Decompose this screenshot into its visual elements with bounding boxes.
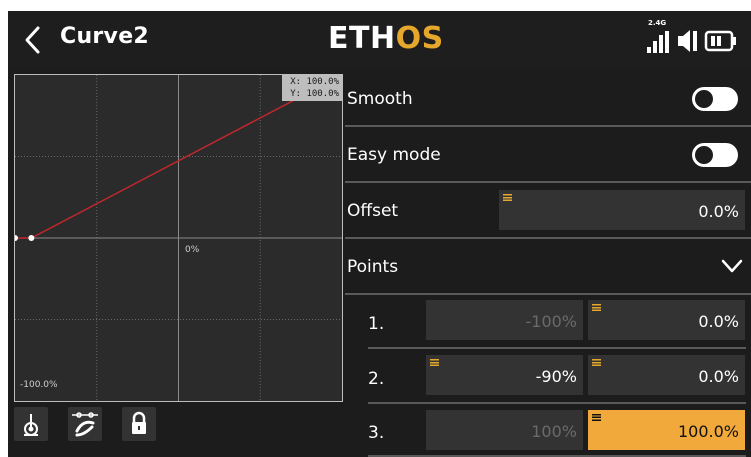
coordinate-readout: X: 100.0% Y: 100.0% xyxy=(282,75,342,101)
smooth-label: Smooth xyxy=(347,89,413,109)
curve-graph[interactable]: X: 100.0% Y: 100.0% 0% -100.0% xyxy=(14,74,343,402)
grid-lines xyxy=(15,75,342,401)
battery-icon xyxy=(704,30,736,52)
offset-value: 0.0% xyxy=(698,202,739,221)
point-y-value: 100.0% xyxy=(677,422,739,441)
lock-button[interactable] xyxy=(122,407,156,441)
point-x-value: 100% xyxy=(531,422,577,441)
easy-mode-toggle[interactable] xyxy=(692,143,738,167)
curve-point-2[interactable] xyxy=(28,235,35,241)
toggle-knob xyxy=(695,90,713,108)
point-2-x-field[interactable]: -90% xyxy=(426,355,583,395)
link-points-button[interactable] xyxy=(68,407,102,441)
point-x-value: -90% xyxy=(535,367,577,386)
point-index: 3. xyxy=(368,423,385,443)
stick-icon xyxy=(24,414,38,436)
curve-plot xyxy=(15,75,342,401)
divider xyxy=(368,347,746,349)
smooth-toggle[interactable] xyxy=(692,87,738,111)
bottom-label: -100.0% xyxy=(20,380,58,390)
edit-marker-icon xyxy=(592,304,601,311)
coord-y: Y: 100.0% xyxy=(290,89,339,99)
screen: Curve2 ETHOS 2.4G X: 100.0% Y: 100.0% 0%… xyxy=(0,0,751,457)
edit-marker-icon xyxy=(503,194,512,201)
point-3-y-field[interactable]: 100.0% xyxy=(588,410,745,450)
point-2-y-field[interactable]: 0.0% xyxy=(588,355,745,395)
point-1-x-field: -100% xyxy=(426,300,583,340)
offset-field[interactable]: 0.0% xyxy=(499,190,745,230)
point-index: 1. xyxy=(368,314,385,334)
header-bar: Curve2 ETHOS 2.4G xyxy=(8,11,751,67)
speaker-icon xyxy=(678,30,697,52)
back-button[interactable] xyxy=(16,21,52,59)
toggle-knob xyxy=(695,146,713,164)
ethos-logo: ETHOS xyxy=(328,21,444,56)
offset-label: Offset xyxy=(347,201,399,221)
chevron-down-icon xyxy=(721,259,743,273)
easy-mode-label: Easy mode xyxy=(347,145,441,165)
points-header[interactable]: Points xyxy=(345,245,751,289)
edit-marker-icon xyxy=(592,359,601,366)
chevron-left-icon xyxy=(25,26,40,54)
curve-point-1[interactable] xyxy=(15,235,18,241)
link-points-icon xyxy=(72,412,98,437)
divider xyxy=(345,237,751,239)
point-index: 2. xyxy=(368,369,385,389)
edit-marker-icon xyxy=(592,414,601,421)
status-icons: 2.4G xyxy=(646,19,746,59)
page-title: Curve2 xyxy=(60,24,150,49)
point-y-value: 0.0% xyxy=(698,312,739,331)
band-label: 2.4G xyxy=(648,19,667,27)
device-screen: Curve2 ETHOS 2.4G X: 100.0% Y: 100.0% 0%… xyxy=(8,11,751,457)
divider xyxy=(368,402,746,404)
center-label: 0% xyxy=(185,245,200,255)
smooth-row: Smooth xyxy=(345,77,751,121)
divider xyxy=(345,125,751,127)
lock-icon xyxy=(132,411,146,434)
stick-button[interactable] xyxy=(14,407,48,441)
point-3-x-field: 100% xyxy=(426,410,583,450)
divider xyxy=(345,181,751,183)
coord-x: X: 100.0% xyxy=(290,77,339,87)
point-y-value: 0.0% xyxy=(698,367,739,386)
point-x-value: -100% xyxy=(525,312,577,331)
edit-marker-icon xyxy=(430,359,439,366)
easy-mode-row: Easy mode xyxy=(345,133,751,177)
divider xyxy=(345,293,751,295)
signal-bars-icon xyxy=(647,31,669,53)
logo-accent: OS xyxy=(395,21,444,56)
points-label: Points xyxy=(347,257,399,277)
logo-main: ETH xyxy=(328,21,396,56)
point-1-y-field[interactable]: 0.0% xyxy=(588,300,745,340)
